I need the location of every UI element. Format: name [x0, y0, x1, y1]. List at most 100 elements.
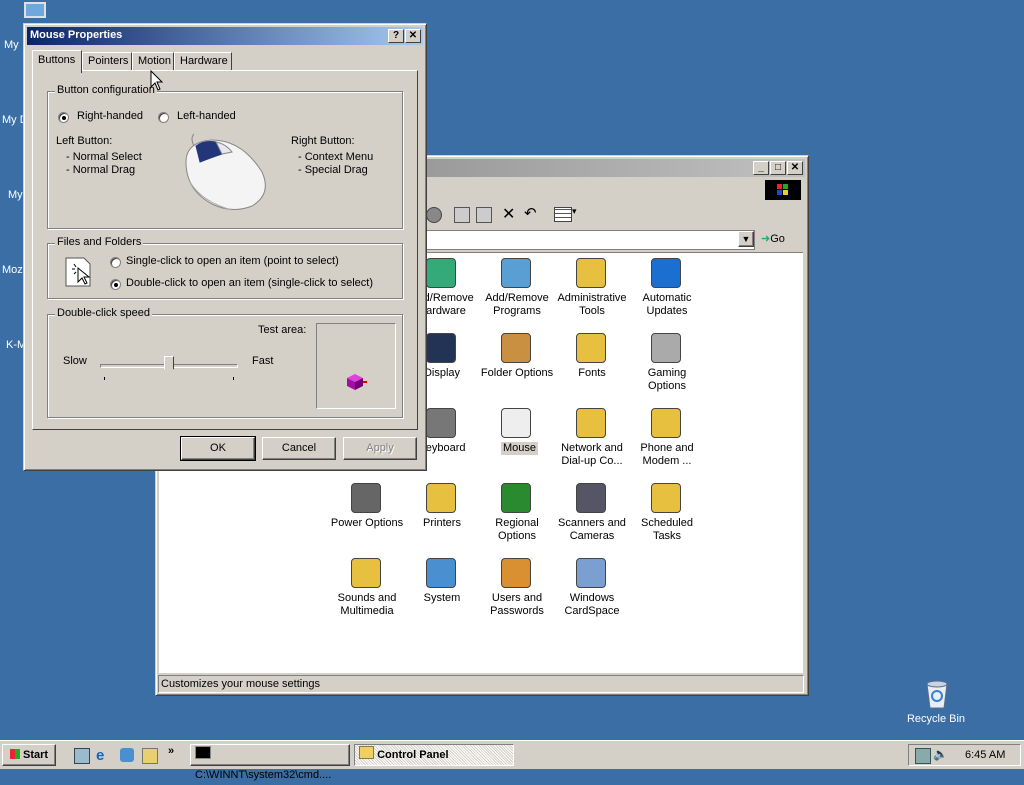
- search-icon[interactable]: [142, 748, 158, 764]
- outlook-icon[interactable]: [120, 748, 134, 762]
- cp-item-label: Scanners and Cameras: [558, 517, 626, 542]
- ok-button[interactable]: OK: [180, 436, 256, 461]
- tab-motion[interactable]: Motion: [132, 52, 174, 71]
- show-desktop-icon[interactable]: [74, 748, 90, 764]
- group-legend: Files and Folders: [55, 236, 144, 248]
- status-bar: Customizes your mouse settings: [158, 675, 804, 693]
- cp-item-label: System: [423, 592, 461, 604]
- address-dropdown[interactable]: ▼: [425, 230, 755, 250]
- tab-buttons[interactable]: Buttons: [32, 50, 82, 73]
- ie-icon[interactable]: e: [96, 747, 104, 764]
- cp-item-folder-options[interactable]: Folder Options: [477, 329, 557, 395]
- double-click-radio[interactable]: [110, 279, 121, 290]
- cp-item-updates[interactable]: Automatic Updates: [627, 254, 707, 320]
- dialog-title: Mouse Properties: [30, 29, 123, 41]
- history-icon[interactable]: [426, 207, 442, 223]
- go-button[interactable]: ➜Go: [761, 230, 801, 248]
- mouse-icon: [501, 408, 531, 438]
- cp-item-scanner[interactable]: Scanners and Cameras: [552, 479, 632, 545]
- move-to-icon[interactable]: [454, 207, 470, 223]
- mouse-dialog-titlebar[interactable]: Mouse Properties ? ✕: [27, 27, 423, 45]
- cp-item-users[interactable]: Users and Passwords: [477, 554, 557, 620]
- maximize-button[interactable]: □: [770, 161, 786, 175]
- test-area[interactable]: [316, 323, 396, 409]
- files-and-folders-group: Files and Folders Single-click to open a…: [47, 236, 403, 299]
- task-cmd[interactable]: C:\WINNT\system32\cmd....: [190, 744, 350, 781]
- quick-launch: e »: [70, 745, 180, 765]
- cp-item-phone[interactable]: Phone and Modem ...: [627, 404, 707, 470]
- cp-item-label: Sounds and Multimedia: [337, 592, 397, 617]
- cp-item-printers[interactable]: Printers: [402, 479, 482, 545]
- double-click-label[interactable]: Double-click to open an item (single-cli…: [126, 277, 373, 289]
- cp-item-power[interactable]: Power Options: [327, 479, 407, 545]
- cp-item-label: Network and Dial-up Co...: [561, 442, 623, 467]
- scanner-icon: [576, 483, 606, 513]
- cp-item-tasks[interactable]: Scheduled Tasks: [627, 479, 707, 545]
- cp-item-network[interactable]: Network and Dial-up Co...: [552, 404, 632, 470]
- test-area-label: Test area:: [258, 324, 307, 336]
- help-button[interactable]: ?: [388, 29, 404, 43]
- single-click-radio[interactable]: [110, 257, 121, 268]
- status-text: Customizes your mouse settings: [161, 678, 320, 690]
- network-tray-icon[interactable]: [915, 748, 931, 764]
- cancel-button[interactable]: Cancel: [262, 437, 336, 460]
- cp-item-sounds[interactable]: Sounds and Multimedia: [327, 554, 407, 620]
- left-handed-label[interactable]: Left-handed: [177, 110, 236, 122]
- speed-slider[interactable]: [100, 356, 238, 381]
- task-label: C:\WINNT\system32\cmd....: [195, 769, 332, 781]
- cp-item-label: Phone and Modem ...: [640, 442, 694, 467]
- mouse-illustration-icon: [185, 133, 266, 211]
- cp-item-label: Folder Options: [480, 367, 554, 379]
- clock[interactable]: 6:45 AM: [965, 749, 1005, 761]
- single-click-label[interactable]: Single-click to open an item (point to s…: [126, 255, 339, 267]
- minimize-button[interactable]: _: [753, 161, 769, 175]
- display-icon: [426, 333, 456, 363]
- slider-thumb[interactable]: [164, 356, 174, 374]
- cp-item-fonts[interactable]: Fonts: [552, 329, 632, 395]
- cp-item-label: Gaming Options: [647, 367, 687, 392]
- cp-item-label: Fonts: [578, 367, 606, 379]
- copy-to-icon[interactable]: [476, 207, 492, 223]
- cp-item-programs[interactable]: Add/Remove Programs: [477, 254, 557, 320]
- users-icon: [501, 558, 531, 588]
- views-icon[interactable]: [554, 207, 572, 222]
- mouse-cursor-icon: [150, 70, 164, 91]
- volume-icon[interactable]: 🔈: [933, 747, 948, 761]
- tab-panel: Button configuration Right-handed Left-h…: [32, 70, 418, 430]
- start-button[interactable]: Start: [2, 744, 56, 766]
- chevron-down-icon[interactable]: ▾: [572, 206, 577, 217]
- button-configuration-group: Button configuration Right-handed Left-h…: [47, 84, 403, 229]
- cp-item-label: Mouse: [501, 442, 539, 455]
- task-control-panel[interactable]: Control Panel: [354, 744, 514, 766]
- right-handed-radio[interactable]: [58, 112, 69, 123]
- click-pointer-icon: [65, 257, 91, 287]
- close-button[interactable]: ✕: [405, 29, 421, 43]
- cp-item-label: Printers: [423, 517, 461, 529]
- tab-hardware[interactable]: Hardware: [174, 52, 232, 71]
- cp-item-cardspace[interactable]: Windows CardSpace: [552, 554, 632, 620]
- desktop-label-4: Moz: [2, 264, 23, 276]
- chevron-down-icon[interactable]: ▼: [738, 231, 754, 247]
- cp-item-label: Automatic Updates: [642, 292, 692, 317]
- group-legend: Button configuration: [55, 84, 157, 96]
- left-handed-radio[interactable]: [158, 112, 169, 123]
- cp-item-admin-tools[interactable]: Administrative Tools: [552, 254, 632, 320]
- cp-item-system[interactable]: System: [402, 554, 482, 620]
- close-button[interactable]: ✕: [787, 161, 803, 175]
- undo-icon[interactable]: ↶: [524, 204, 537, 222]
- updates-icon: [651, 258, 681, 288]
- delete-icon[interactable]: ✕: [502, 204, 515, 224]
- chevron-more-icon[interactable]: »: [168, 745, 174, 757]
- system-tray: 🔈 6:45 AM: [908, 744, 1021, 766]
- cp-item-regional[interactable]: Regional Options: [477, 479, 557, 545]
- desktop-icon-my-computer[interactable]: [24, 2, 50, 22]
- cp-item-label: Windows CardSpace: [564, 592, 620, 617]
- left-button-item-1: - Normal Select: [66, 151, 142, 163]
- cp-item-mouse[interactable]: Mouse: [477, 404, 557, 470]
- right-handed-label[interactable]: Right-handed: [77, 110, 143, 122]
- apply-button[interactable]: Apply: [343, 437, 417, 460]
- cp-item-gaming[interactable]: Gaming Options: [627, 329, 707, 395]
- windows-flag-icon: [777, 184, 788, 195]
- tab-pointers[interactable]: Pointers: [82, 52, 132, 71]
- recycle-bin[interactable]: Recycle Bin: [900, 678, 972, 728]
